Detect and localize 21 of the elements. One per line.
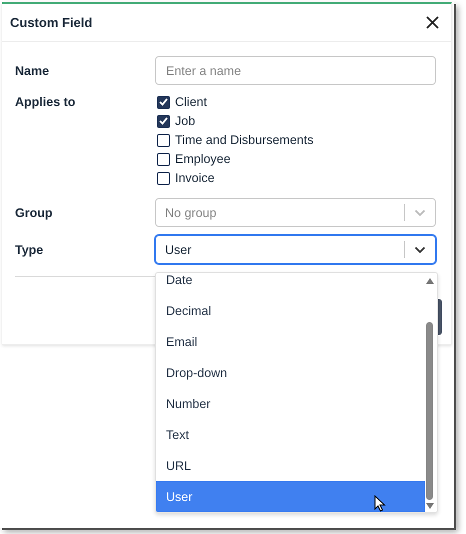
checkbox-label: Job (175, 113, 196, 129)
name-input[interactable]: Enter a name (155, 56, 436, 85)
checkbox-label: Invoice (175, 170, 215, 186)
dropdown-option[interactable]: Number (156, 388, 425, 419)
group-select[interactable]: No group (155, 198, 436, 227)
checkbox-label: Client (175, 94, 207, 110)
field-label: Applies to (15, 94, 76, 111)
dropdown-option[interactable]: Email (156, 326, 425, 357)
dropdown-option[interactable]: URL (156, 450, 425, 481)
field-label: Group (15, 205, 54, 222)
dialog-title: Custom Field (10, 15, 92, 30)
dropdown-option[interactable]: Decimal (156, 295, 425, 326)
field-label: Name (15, 63, 50, 80)
dropdown-option[interactable]: Text (156, 419, 425, 450)
dropdown-option[interactable]: Drop-down (156, 357, 425, 388)
dropdown-option[interactable]: Date (156, 273, 425, 295)
checkbox-label: Employee (175, 151, 231, 167)
dropdown-option[interactable]: User (156, 481, 425, 512)
checkbox-label: Time and Disbursements (175, 132, 314, 148)
field-label: Type (15, 242, 44, 259)
type-select[interactable]: User (155, 235, 436, 264)
